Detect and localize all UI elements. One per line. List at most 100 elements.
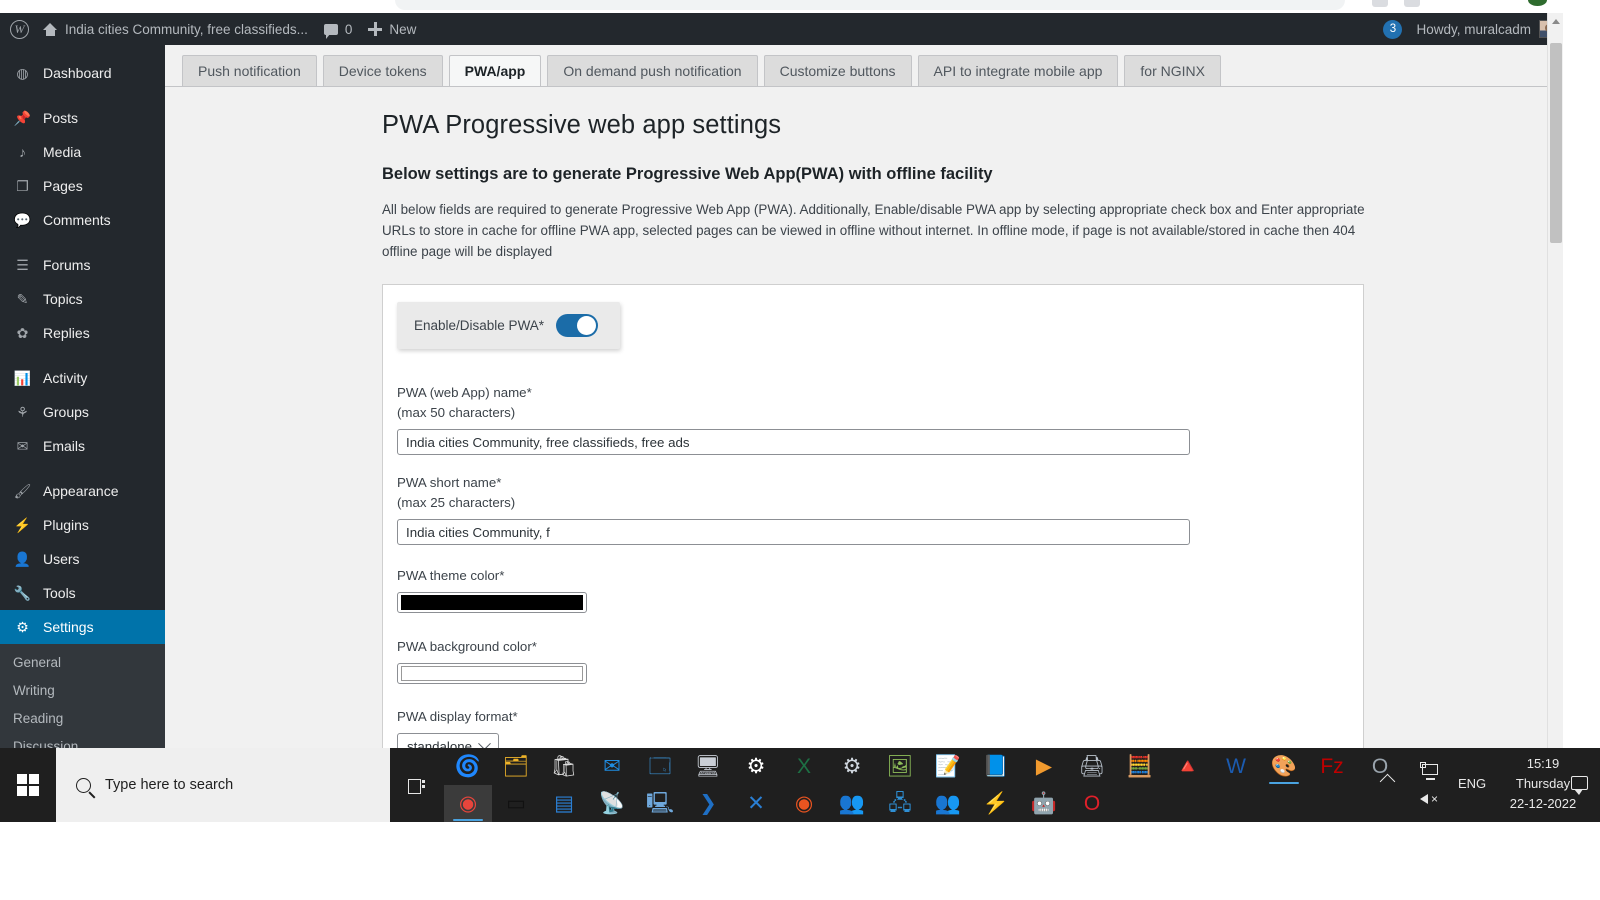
sidebar-item-topics[interactable]: ✎Topics <box>0 282 165 316</box>
enable-pwa-toggle-group[interactable]: Enable/Disable PWA* <box>397 302 620 349</box>
people-group-icon[interactable]: 👥 <box>828 785 876 822</box>
display-format-select[interactable]: standalone <box>397 733 499 748</box>
tab-api-to-integrate-mobile-app[interactable]: API to integrate mobile app <box>918 55 1119 86</box>
taskbar-search-box[interactable]: Type here to search <box>56 748 390 822</box>
mail-icon[interactable]: ✉ <box>588 748 636 785</box>
wp-logo-menu[interactable]: W <box>0 13 35 45</box>
background-color-picker[interactable] <box>397 663 587 684</box>
howdy-greeting[interactable]: Howdy, muralcadm <box>1416 22 1531 37</box>
tab-pwa-app[interactable]: PWA/app <box>449 55 542 86</box>
sidebar-item-plugins[interactable]: ⚡Plugins <box>0 508 165 542</box>
android-studio-icon[interactable]: 🤖 <box>1020 785 1068 822</box>
remote-desktop-icon[interactable]: 🖳 <box>636 785 684 822</box>
photos-icon[interactable]: 🖼 <box>876 748 924 785</box>
sticky-notes-icon[interactable]: 📘 <box>972 748 1020 785</box>
people-group-icon-2[interactable]: 👥 <box>924 785 972 822</box>
filezilla-icon[interactable]: Fz <box>1308 748 1356 785</box>
tools-icon: 🔧 <box>13 584 32 603</box>
system-monitor-icon[interactable]: 🖥 <box>684 748 732 785</box>
new-content-menu[interactable]: New <box>360 13 424 45</box>
short-name-hint: (max 25 characters) <box>397 493 1363 513</box>
scrollbar-thumb[interactable] <box>1550 43 1562 243</box>
sidebar-item-settings[interactable]: ⚙Settings <box>0 610 165 644</box>
calculator-icon[interactable]: 🧮 <box>1116 748 1164 785</box>
submenu-item-writing[interactable]: Writing <box>0 676 165 704</box>
services-gears-icon[interactable]: ⚙ <box>828 748 876 785</box>
app-name-input[interactable] <box>397 429 1190 455</box>
sidebar-item-pages[interactable]: ❐Pages <box>0 169 165 203</box>
submenu-item-general[interactable]: General <box>0 648 165 676</box>
theme-color-picker[interactable] <box>397 592 587 613</box>
paint-icon[interactable]: 🎨 <box>1260 748 1308 785</box>
users-icon: 👤 <box>13 550 32 569</box>
browser-tab-remnant[interactable] <box>395 0 1345 10</box>
excel-icon[interactable]: X <box>780 748 828 785</box>
comments-menu[interactable]: 0 <box>316 13 361 45</box>
sidebar-item-posts[interactable]: 📌Posts <box>0 101 165 135</box>
tab-on-demand-push-notification[interactable]: On demand push notification <box>547 55 757 86</box>
vlc-icon[interactable]: 🔺 <box>1164 748 1212 785</box>
theme-color-label: PWA theme color* <box>397 566 1363 586</box>
sidebar-item-activity[interactable]: 📊Activity <box>0 361 165 395</box>
network-tool-icon-glyph: ⚡ <box>983 793 1009 814</box>
sidebar-item-comments[interactable]: 💬Comments <box>0 203 165 237</box>
browser-profile-indicator[interactable] <box>1528 0 1547 6</box>
browser-extension-icon-1[interactable] <box>1372 0 1388 7</box>
settings-page: PWA Progressive web app settings Below s… <box>165 87 1563 748</box>
show-hidden-icons-caret-icon[interactable] <box>1380 774 1396 790</box>
start-button[interactable] <box>0 748 56 822</box>
sidebar-item-emails[interactable]: ✉Emails <box>0 429 165 463</box>
tab-for-nginx[interactable]: for NGINX <box>1124 55 1221 86</box>
sidebar-item-forums[interactable]: ☰Forums <box>0 248 165 282</box>
sidebar-item-tools[interactable]: 🔧Tools <box>0 576 165 610</box>
new-label: New <box>389 22 416 37</box>
sidebar-item-replies[interactable]: ✿Replies <box>0 316 165 350</box>
edge-icon[interactable]: 🌀 <box>444 748 492 785</box>
powershell-icon[interactable]: ❯ <box>684 785 732 822</box>
chrome-icon[interactable]: ◉ <box>444 785 492 822</box>
task-view-button[interactable] <box>398 748 434 822</box>
media-player-icon[interactable]: ▶ <box>1020 748 1068 785</box>
language-indicator[interactable]: ENG <box>1458 776 1486 791</box>
browser-extension-icon-2[interactable] <box>1404 0 1420 7</box>
notification-badge[interactable]: 3 <box>1383 20 1402 39</box>
tab-customize-buttons[interactable]: Customize buttons <box>764 55 912 86</box>
sidebar-item-groups[interactable]: ⚘Groups <box>0 395 165 429</box>
printer-icon[interactable]: 🖨 <box>1068 748 1116 785</box>
notes-editor-icon[interactable]: 📝 <box>924 748 972 785</box>
powerpoint-icon[interactable]: 🗔 <box>636 748 684 785</box>
sidebar-item-dashboard[interactable]: ◍Dashboard <box>0 56 165 90</box>
site-name-menu[interactable]: India cities Community, free classifieds… <box>35 13 316 45</box>
tab-device-tokens[interactable]: Device tokens <box>323 55 443 86</box>
opera-icon[interactable]: O <box>1068 785 1116 822</box>
microsoft-store-icon[interactable]: 🛍 <box>540 748 588 785</box>
tab-push-notification[interactable]: Push notification <box>182 55 317 86</box>
word-icon[interactable]: W <box>1212 748 1260 785</box>
file-explorer-icon[interactable]: 🗂 <box>492 748 540 785</box>
network-tool-icon[interactable]: ⚡ <box>972 785 1020 822</box>
submenu-item-reading[interactable]: Reading <box>0 704 165 732</box>
sidebar-item-appearance[interactable]: 🖌Appearance <box>0 474 165 508</box>
satellite-dish-icon[interactable]: 📡 <box>588 785 636 822</box>
page-scrollbar[interactable] <box>1547 13 1563 748</box>
vscode-icon[interactable]: ✕ <box>732 785 780 822</box>
settings-gear-icon[interactable]: ⚙ <box>732 748 780 785</box>
display-format-label: PWA display format* <box>397 707 1363 727</box>
sidebar-item-media[interactable]: ♪Media <box>0 135 165 169</box>
command-prompt-icon[interactable]: ▭ <box>492 785 540 822</box>
sidebar-item-users[interactable]: 👤Users <box>0 542 165 576</box>
settings-gear-icon-glyph: ⚙ <box>747 756 766 777</box>
short-name-input[interactable] <box>397 519 1190 545</box>
volume-muted-icon[interactable]: × <box>1420 792 1442 806</box>
submenu-item-discussion[interactable]: Discussion <box>0 732 165 748</box>
action-center-icon[interactable] <box>1571 776 1588 790</box>
ubuntu-icon-glyph: ◉ <box>795 793 813 814</box>
scroll-up-arrow[interactable] <box>1548 13 1564 29</box>
network-icon[interactable] <box>1420 762 1440 778</box>
menu-separator <box>0 237 165 248</box>
groups-icon: ⚘ <box>13 403 32 422</box>
news-app-icon[interactable]: ▤ <box>540 785 588 822</box>
device-manager-icon[interactable]: 🖧 <box>876 785 924 822</box>
enable-pwa-switch[interactable] <box>556 314 598 337</box>
ubuntu-icon[interactable]: ◉ <box>780 785 828 822</box>
